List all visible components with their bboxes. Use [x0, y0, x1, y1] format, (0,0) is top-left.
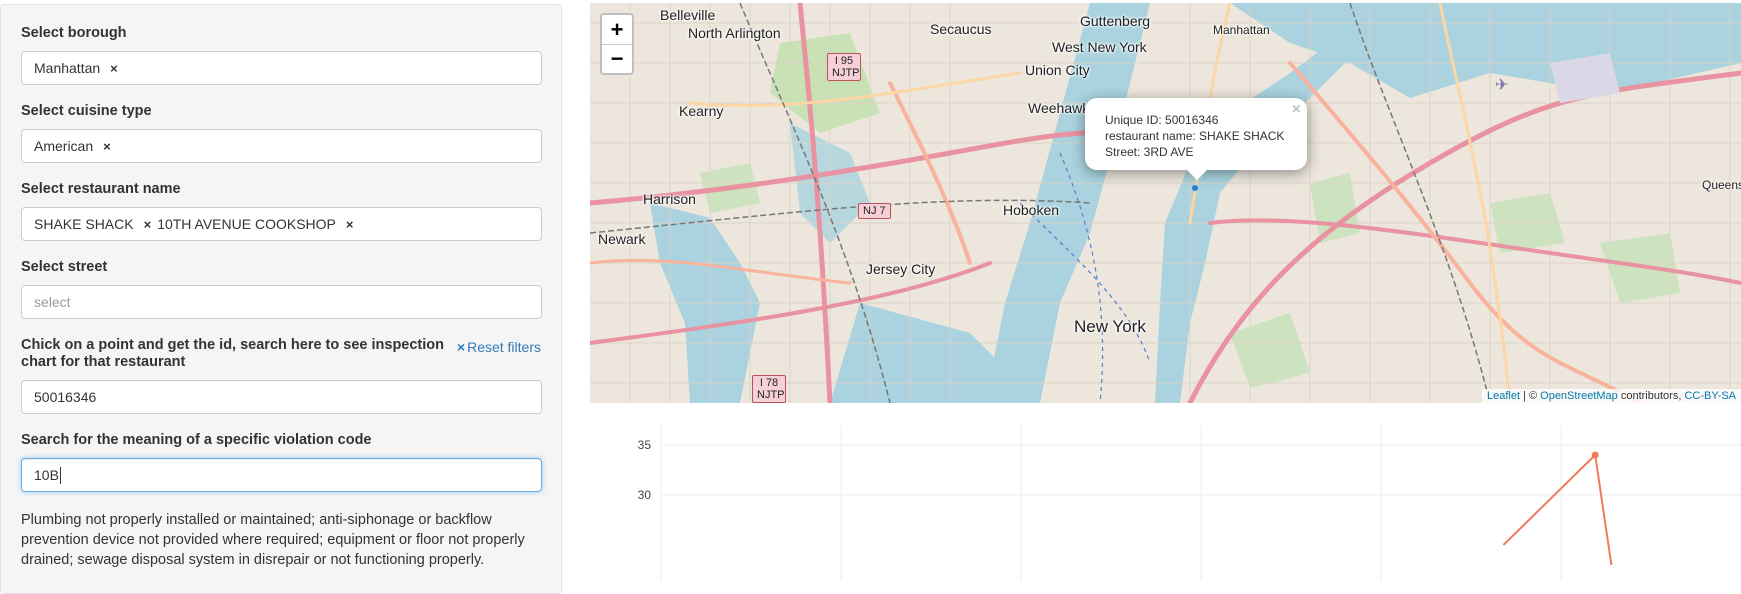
attribution-contrib: contributors, — [1617, 390, 1685, 402]
text-caret — [59, 466, 61, 484]
reset-filters-link[interactable]: × Reset filters — [457, 339, 541, 355]
place-label: Secaucus — [930, 21, 992, 37]
zoom-control: + − — [600, 13, 634, 75]
place-label: Harrison — [643, 191, 696, 207]
restaurant-id-input[interactable]: 50016346 — [21, 380, 542, 414]
inspection-field: Chick on a point and get the id, search … — [21, 337, 542, 414]
highway-shield: I 78 NJTP — [752, 375, 786, 403]
cuisine-tag: American × — [34, 138, 111, 154]
borough-select[interactable]: Manhattan × — [21, 51, 542, 85]
svg-text:✈: ✈ — [1495, 75, 1508, 94]
map-tiles: ✈ — [590, 3, 1741, 403]
restaurant-popup: × Unique ID: 50016346 restaurant name: S… — [1085, 98, 1307, 180]
popup-tip — [1187, 170, 1207, 180]
place-label: Belleville — [660, 7, 716, 23]
restaurant-tag-label: SHAKE SHACK — [34, 216, 134, 232]
place-label: North Arlington — [688, 25, 781, 41]
place-label: Union City — [1025, 62, 1090, 78]
filter-panel: Select borough Manhattan × Select cuisin… — [0, 4, 562, 594]
remove-tag-icon[interactable]: × — [103, 139, 111, 154]
restaurant-tag-label: 10TH AVENUE COOKSHOP — [157, 216, 336, 232]
place-label: West New York — [1052, 39, 1147, 55]
place-label: New York — [1074, 317, 1146, 336]
chart-series-line — [1502, 452, 1613, 566]
place-label: Queens — [1702, 178, 1741, 192]
cuisine-field: Select cuisine type American × — [21, 103, 542, 163]
highway-shield: NJ 7 — [858, 203, 891, 219]
attribution-sep: | © — [1520, 390, 1541, 402]
restaurant-map[interactable]: ✈ Belleville North Arlington Secaucus Gu… — [590, 3, 1741, 403]
street-field: Select street select — [21, 259, 542, 319]
borough-field: Select borough Manhattan × — [21, 25, 542, 85]
borough-label: Select borough — [21, 25, 127, 41]
close-icon: × — [456, 339, 466, 355]
street-placeholder: select — [34, 294, 71, 310]
violation-description: Plumbing not properly installed or maint… — [21, 512, 525, 568]
cuisine-label: Select cuisine type — [21, 103, 152, 119]
popup-unique-id: Unique ID: 50016346 — [1105, 113, 1219, 127]
remove-tag-icon[interactable]: × — [346, 217, 354, 232]
popup-street: Street: 3RD AVE — [1105, 145, 1194, 159]
chart-y-tick-label: 35 — [638, 438, 652, 452]
map-attribution: Leaflet | © OpenStreetMap contributors, … — [1481, 389, 1741, 403]
popup-restaurant-name: restaurant name: SHAKE SHACK — [1105, 129, 1285, 143]
violation-code-value: 10B — [34, 467, 59, 483]
zoom-out-button[interactable]: − — [602, 44, 632, 73]
chart-data-point[interactable] — [1591, 451, 1599, 459]
place-label: Newark — [598, 231, 646, 247]
violation-field: Search for the meaning of a specific vio… — [21, 432, 542, 570]
place-label: Jersey City — [866, 261, 936, 277]
place-label: Hoboken — [1003, 202, 1060, 218]
restaurant-tag: SHAKE SHACK × — [34, 216, 151, 232]
license-link[interactable]: CC-BY-SA — [1684, 390, 1736, 402]
restaurant-label: Select restaurant name — [21, 181, 181, 197]
zoom-in-button[interactable]: + — [602, 15, 632, 44]
place-label: Kearny — [679, 103, 724, 119]
close-icon[interactable]: × — [1292, 102, 1301, 118]
inspection-label: Chick on a point and get the id, search … — [21, 337, 444, 370]
remove-tag-icon[interactable]: × — [144, 217, 152, 232]
borough-tag-label: Manhattan — [34, 60, 101, 76]
reset-filters-label: Reset filters — [467, 339, 541, 355]
street-label: Select street — [21, 259, 108, 275]
violation-code-input[interactable]: 10B — [21, 458, 542, 492]
restaurant-id-value: 50016346 — [34, 389, 97, 405]
cuisine-select[interactable]: American × — [21, 129, 542, 163]
cuisine-tag-label: American — [34, 138, 94, 154]
osm-link[interactable]: OpenStreetMap — [1540, 390, 1618, 402]
restaurant-select[interactable]: SHAKE SHACK × 10TH AVENUE COOKSHOP × — [21, 207, 542, 241]
borough-tag: Manhattan × — [34, 60, 118, 76]
restaurant-tag: 10TH AVENUE COOKSHOP × — [157, 216, 353, 232]
remove-tag-icon[interactable]: × — [110, 61, 118, 76]
restaurant-field: Select restaurant name SHAKE SHACK × 10T… — [21, 181, 542, 241]
place-label: Manhattan — [1213, 23, 1270, 37]
highway-shield: I 95 NJTP — [827, 53, 861, 81]
chart-y-tick-label: 30 — [638, 488, 652, 502]
violation-label: Search for the meaning of a specific vio… — [21, 432, 372, 448]
inspection-score-chart: 30 35 — [638, 425, 1741, 581]
street-select[interactable]: select — [21, 285, 542, 319]
place-label: Guttenberg — [1080, 13, 1151, 29]
leaflet-link[interactable]: Leaflet — [1487, 390, 1520, 402]
